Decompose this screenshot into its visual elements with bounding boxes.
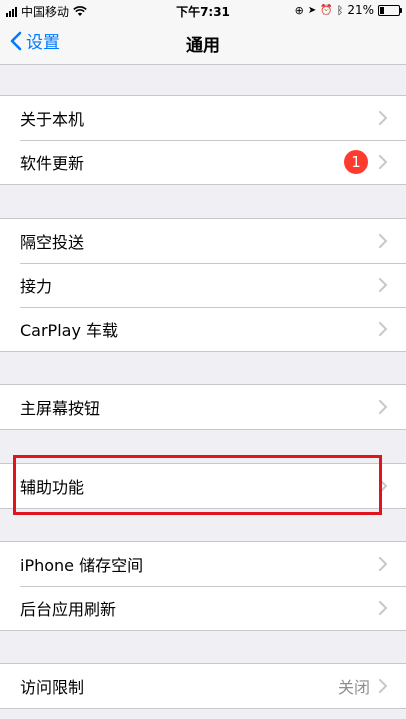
list-item-value: 关闭 <box>337 678 370 697</box>
list-item-restrictions[interactable]: 访问限制 关闭 <box>0 664 406 708</box>
settings-group-connectivity: 隔空投送 接力 CarPlay 车载 <box>0 218 406 352</box>
chevron-right-icon <box>379 155 387 169</box>
settings-group-restrictions: 访问限制 关闭 <box>0 663 406 709</box>
location-icon: ➤ <box>307 4 317 16</box>
list-item-home-button[interactable]: 主屏幕按钮 <box>0 385 406 429</box>
list-item-label: 辅助功能 <box>20 478 85 497</box>
notification-badge: 1 <box>344 150 368 174</box>
list-item-background-refresh[interactable]: 后台应用刷新 <box>0 586 406 630</box>
list-item-label: CarPlay 车载 <box>20 321 119 340</box>
settings-group-storage: iPhone 储存空间 后台应用刷新 <box>0 541 406 631</box>
battery-icon <box>378 4 402 16</box>
list-item-carplay[interactable]: CarPlay 车载 <box>0 307 406 351</box>
navigation-bar: 设置 通用 <box>0 20 406 65</box>
page-title: 通用 <box>186 36 220 56</box>
list-item-iphone-storage[interactable]: iPhone 储存空间 <box>0 542 406 586</box>
list-item-airdrop[interactable]: 隔空投送 <box>0 219 406 263</box>
chevron-right-icon <box>379 479 387 493</box>
status-right: ⊕ ➤ ⏰ ᛒ 21% <box>294 3 402 17</box>
list-item-label: 关于本机 <box>20 110 85 129</box>
list-item-label: 后台应用刷新 <box>20 600 117 619</box>
chevron-right-icon <box>379 601 387 615</box>
list-item-accessibility[interactable]: 辅助功能 <box>0 464 406 508</box>
battery-percent: 21% <box>347 3 374 17</box>
settings-group-about: 关于本机 软件更新 1 <box>0 95 406 185</box>
chevron-right-icon <box>379 234 387 248</box>
list-item-handoff[interactable]: 接力 <box>0 263 406 307</box>
settings-group-accessibility: 辅助功能 <box>0 463 406 509</box>
settings-group-home-button: 主屏幕按钮 <box>0 384 406 430</box>
list-item-label: 隔空投送 <box>20 233 85 252</box>
chevron-right-icon <box>379 557 387 571</box>
chevron-right-icon <box>379 679 387 693</box>
chevron-right-icon <box>379 111 387 125</box>
list-item-label: iPhone 储存空间 <box>20 556 144 575</box>
orientation-lock-icon: ⊕ <box>294 3 304 17</box>
battery-fill <box>380 6 384 14</box>
list-item-label: 接力 <box>20 277 53 296</box>
chevron-right-icon <box>379 400 387 414</box>
list-item-label: 访问限制 <box>20 678 85 697</box>
bluetooth-icon: ᛒ <box>336 3 344 17</box>
status-bar: 中国移动 下午7:31 ⊕ ➤ ⏰ ᛒ 21% <box>0 0 406 20</box>
list-item-software-update[interactable]: 软件更新 1 <box>0 140 406 184</box>
list-item-label: 主屏幕按钮 <box>20 399 101 418</box>
alarm-icon: ⏰ <box>320 4 333 16</box>
chevron-right-icon <box>379 322 387 336</box>
chevron-right-icon <box>379 278 387 292</box>
list-item-about[interactable]: 关于本机 <box>0 96 406 140</box>
list-item-label: 软件更新 <box>20 154 85 173</box>
